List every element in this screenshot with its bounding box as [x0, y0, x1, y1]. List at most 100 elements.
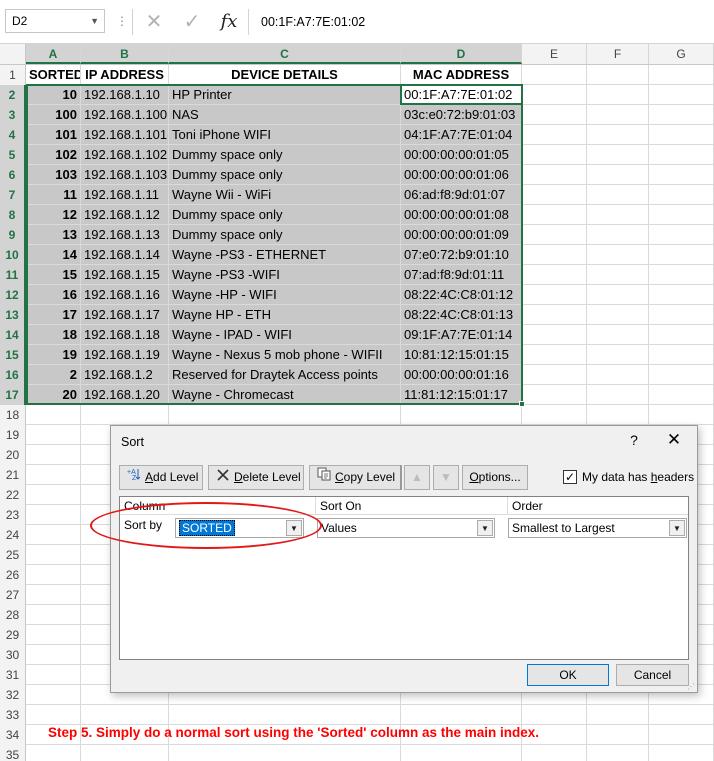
- row-header[interactable]: 20: [0, 445, 26, 465]
- empty-cell[interactable]: [522, 105, 587, 124]
- empty-cell[interactable]: [649, 165, 714, 184]
- cell-device-details[interactable]: Wayne - Chromecast: [169, 385, 401, 404]
- empty-cell[interactable]: [26, 565, 81, 584]
- empty-cell[interactable]: [522, 285, 587, 304]
- cell-mac-address[interactable]: 07:ad:f8:9d:01:11: [401, 265, 522, 284]
- cell-device-details[interactable]: Wayne Wii - WiFi: [169, 185, 401, 204]
- column-header-g[interactable]: G: [649, 44, 714, 64]
- empty-cell[interactable]: [522, 365, 587, 384]
- cell-sorted[interactable]: 2: [26, 365, 81, 384]
- empty-cell[interactable]: [587, 325, 649, 344]
- row-header[interactable]: 24: [0, 525, 26, 545]
- cell-sorted[interactable]: 12: [26, 205, 81, 224]
- empty-cell[interactable]: [587, 85, 649, 104]
- fill-handle[interactable]: [519, 401, 525, 407]
- add-level-button[interactable]: +A Z Add Level: [119, 465, 203, 490]
- cell-device-details[interactable]: Dummy space only: [169, 225, 401, 244]
- cell-sorted[interactable]: 17: [26, 305, 81, 324]
- cell-mac-address[interactable]: 08:22:4C:C8:01:12: [401, 285, 522, 304]
- cell-mac-address[interactable]: 06:ad:f8:9d:01:07: [401, 185, 522, 204]
- empty-cell[interactable]: [587, 145, 649, 164]
- empty-cell[interactable]: [649, 345, 714, 364]
- empty-cell[interactable]: [649, 385, 714, 404]
- empty-cell[interactable]: [26, 505, 81, 524]
- empty-cell[interactable]: [649, 305, 714, 324]
- empty-cell[interactable]: [649, 185, 714, 204]
- empty-cell[interactable]: [522, 205, 587, 224]
- header-cell-ip-address[interactable]: IP ADDRESS: [81, 65, 169, 84]
- row-header[interactable]: 34: [0, 725, 26, 745]
- empty-cell[interactable]: [522, 265, 587, 284]
- row-header[interactable]: 33: [0, 705, 26, 725]
- column-header-d[interactable]: D: [401, 44, 522, 64]
- cell-mac-address[interactable]: 07:e0:72:b9:01:10: [401, 245, 522, 264]
- cancel-button[interactable]: Cancel: [616, 664, 689, 686]
- empty-cell[interactable]: [169, 705, 401, 724]
- empty-cell[interactable]: [26, 405, 81, 424]
- empty-cell[interactable]: [522, 405, 587, 424]
- sort-order-select[interactable]: Smallest to Largest ▼: [508, 518, 687, 538]
- sort-on-select[interactable]: Values ▼: [317, 518, 495, 538]
- cell-ip-address[interactable]: 192.168.1.17: [81, 305, 169, 324]
- empty-cell[interactable]: [649, 225, 714, 244]
- cell-ip-address[interactable]: 192.168.1.12: [81, 205, 169, 224]
- row-header[interactable]: 21: [0, 465, 26, 485]
- cell-sorted[interactable]: 101: [26, 125, 81, 144]
- empty-cell[interactable]: [587, 365, 649, 384]
- row-header[interactable]: 22: [0, 485, 26, 505]
- empty-cell[interactable]: [522, 185, 587, 204]
- chevron-down-icon[interactable]: ▼: [477, 520, 493, 536]
- options-button[interactable]: Options...: [462, 465, 528, 490]
- empty-cell[interactable]: [522, 305, 587, 324]
- delete-level-button[interactable]: Delete Level: [208, 465, 304, 490]
- empty-cell[interactable]: [649, 285, 714, 304]
- empty-cell[interactable]: [522, 65, 587, 84]
- row-header[interactable]: 35: [0, 745, 26, 761]
- row-header[interactable]: 14: [0, 325, 26, 345]
- my-data-has-headers-label[interactable]: My data has headers: [582, 470, 694, 484]
- empty-cell[interactable]: [26, 525, 81, 544]
- cell-device-details[interactable]: Toni iPhone WIFI: [169, 125, 401, 144]
- empty-cell[interactable]: [649, 105, 714, 124]
- cell-mac-address[interactable]: 08:22:4C:C8:01:13: [401, 305, 522, 324]
- close-icon[interactable]: ✕: [662, 429, 686, 451]
- select-all-corner[interactable]: [0, 44, 26, 64]
- row-header[interactable]: 4: [0, 125, 26, 145]
- row-header[interactable]: 7: [0, 185, 26, 205]
- cancel-entry-icon[interactable]: ✕: [140, 9, 168, 35]
- header-cell-sorted[interactable]: SORTED: [26, 65, 81, 84]
- empty-cell[interactable]: [587, 725, 649, 744]
- cell-ip-address[interactable]: 192.168.1.14: [81, 245, 169, 264]
- empty-cell[interactable]: [522, 345, 587, 364]
- cell-ip-address[interactable]: 192.168.1.15: [81, 265, 169, 284]
- empty-cell[interactable]: [26, 445, 81, 464]
- row-header[interactable]: 15: [0, 345, 26, 365]
- column-header-a[interactable]: A: [26, 44, 81, 64]
- cell-device-details[interactable]: Dummy space only: [169, 205, 401, 224]
- empty-cell[interactable]: [26, 425, 81, 444]
- row-header[interactable]: 11: [0, 265, 26, 285]
- row-header[interactable]: 16: [0, 365, 26, 385]
- ok-button[interactable]: OK: [527, 664, 609, 686]
- row-header[interactable]: 13: [0, 305, 26, 325]
- cell-device-details[interactable]: NAS: [169, 105, 401, 124]
- cell-ip-address[interactable]: 192.168.1.16: [81, 285, 169, 304]
- empty-cell[interactable]: [649, 145, 714, 164]
- cell-ip-address[interactable]: 192.168.1.102: [81, 145, 169, 164]
- cell-sorted[interactable]: 14: [26, 245, 81, 264]
- resize-grip-icon[interactable]: ⋰: [687, 682, 695, 691]
- empty-cell[interactable]: [26, 585, 81, 604]
- row-header[interactable]: 9: [0, 225, 26, 245]
- empty-cell[interactable]: [649, 325, 714, 344]
- cell-sorted[interactable]: 16: [26, 285, 81, 304]
- copy-level-button[interactable]: Copy Level: [309, 465, 401, 490]
- cell-device-details[interactable]: Wayne -HP - WIFI: [169, 285, 401, 304]
- cell-sorted[interactable]: 102: [26, 145, 81, 164]
- cell-ip-address[interactable]: 192.168.1.100: [81, 105, 169, 124]
- empty-cell[interactable]: [522, 145, 587, 164]
- row-header[interactable]: 19: [0, 425, 26, 445]
- cell-device-details[interactable]: Reserved for Draytek Access points: [169, 365, 401, 384]
- empty-cell[interactable]: [649, 125, 714, 144]
- empty-cell[interactable]: [522, 165, 587, 184]
- chevron-down-icon[interactable]: ▼: [669, 520, 685, 536]
